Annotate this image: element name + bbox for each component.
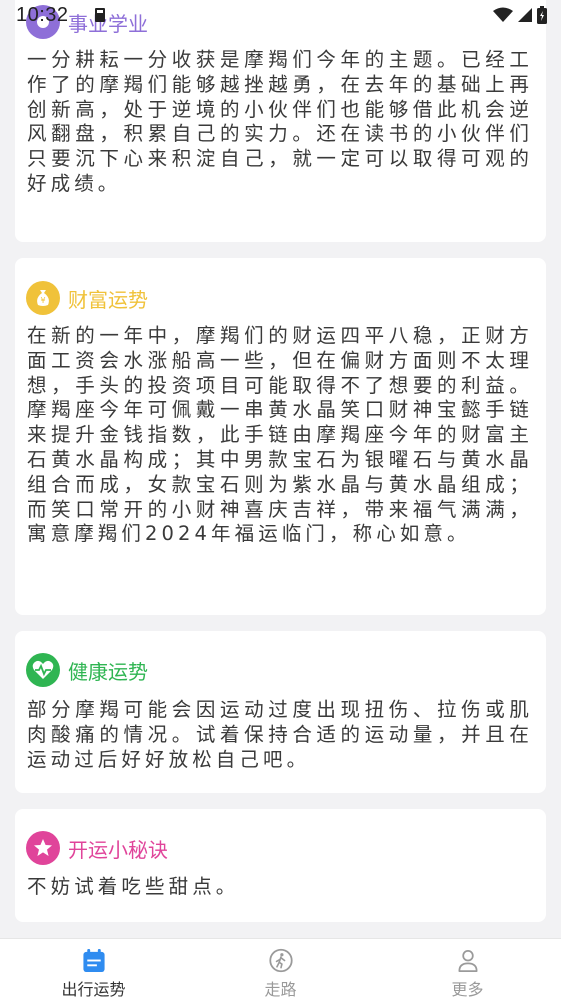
heart-pulse-icon <box>26 653 60 687</box>
health-card-header: 健康运势 <box>26 653 148 687</box>
tips-card-title: 开运小秘诀 <box>68 837 168 862</box>
svg-text:¥: ¥ <box>40 296 45 305</box>
wifi-icon <box>493 7 513 22</box>
person-icon <box>457 950 478 972</box>
tab-more-label: 更多 <box>451 980 484 999</box>
battery-icon <box>537 6 547 24</box>
tab-walk-label: 走路 <box>264 980 297 999</box>
status-time: 10:32 <box>16 4 69 26</box>
wealth-card: ¥ 财富运势 在新的一年中，摩羯们的财运四平八稳，正财方面工资会水涨船高一些，但… <box>15 258 546 615</box>
career-card: 事业学业 一分耕耘一分收获是摩羯们今年的主题。已经工作了的摩羯们能够越挫越勇，在… <box>15 0 546 242</box>
calendar-icon <box>82 948 105 973</box>
system-icons <box>493 6 547 24</box>
tab-more[interactable]: 更多 <box>374 939 561 1000</box>
health-card-text: 部分摩羯可能会因运动过度出现扭伤、拉伤或肌肉酸痛的情况。试着保持合适的运动量，并… <box>27 698 533 771</box>
tab-travel-fortune[interactable]: 出行运势 <box>0 939 187 1000</box>
career-card-text: 一分耕耘一分收获是摩羯们今年的主题。已经工作了的摩羯们能够越挫越勇，在去年的基础… <box>27 48 533 195</box>
signal-icon <box>518 8 532 22</box>
tips-card-header: 开运小秘诀 <box>26 831 168 865</box>
wealth-card-header: ¥ 财富运势 <box>26 281 148 315</box>
tab-walk[interactable]: 走路 <box>187 939 374 1000</box>
health-card: 健康运势 部分摩羯可能会因运动过度出现扭伤、拉伤或肌肉酸痛的情况。试着保持合适的… <box>15 631 546 793</box>
status-bar: 10:32 <box>0 0 561 32</box>
bottom-tab-bar: 出行运势 走路 更多 <box>0 938 561 1000</box>
star-icon <box>26 831 60 865</box>
tips-card-text: 不妨试着吃些甜点。 <box>27 875 240 898</box>
wealth-card-title: 财富运势 <box>68 287 148 312</box>
walking-icon <box>268 948 293 973</box>
tips-card: 开运小秘诀 不妨试着吃些甜点。 <box>15 809 546 922</box>
wealth-card-text: 在新的一年中，摩羯们的财运四平八稳，正财方面工资会水涨船高一些，但在偏财方面则不… <box>27 324 533 546</box>
notification-icon <box>95 8 105 22</box>
tab-travel-fortune-label: 出行运势 <box>61 980 126 999</box>
health-card-title: 健康运势 <box>68 659 148 684</box>
money-bag-icon: ¥ <box>26 281 60 315</box>
